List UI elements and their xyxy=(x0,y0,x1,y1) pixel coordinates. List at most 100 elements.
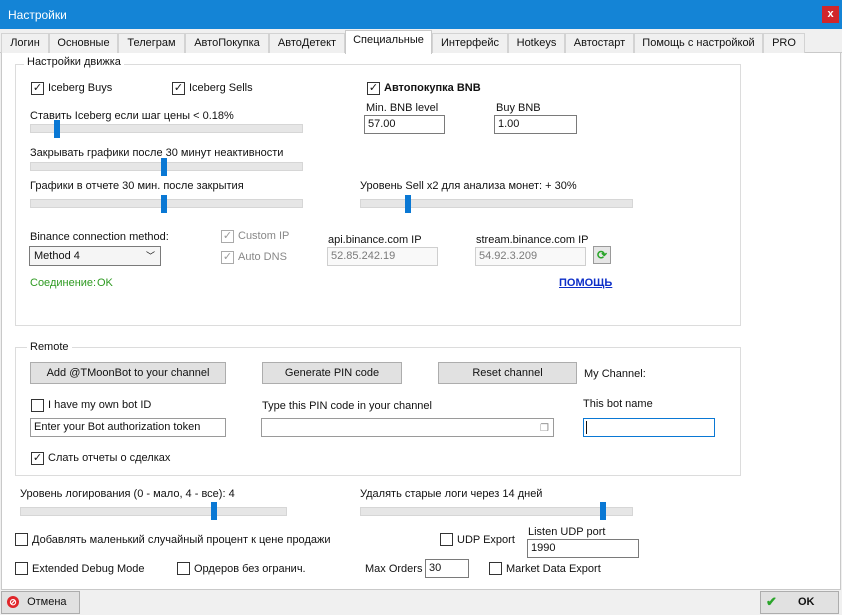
buy-bnb-input[interactable]: 1.00 xyxy=(494,115,577,134)
check-icon: ✔ xyxy=(766,594,777,610)
tab-label: Hotkeys xyxy=(516,37,557,49)
generate-pin-button[interactable]: Generate PIN code xyxy=(262,362,402,384)
tab-pro[interactable]: PRO xyxy=(763,33,805,53)
bot-name-input[interactable] xyxy=(583,418,715,437)
tab-interface[interactable]: Интерфейс xyxy=(432,33,508,53)
my-channel-label: My Channel: xyxy=(584,368,646,380)
paste-icon[interactable]: ❐ xyxy=(540,420,549,436)
own-bot-label: I have my own bot ID xyxy=(48,399,152,411)
remote-legend: Remote xyxy=(27,341,72,353)
random-percent-checkbox[interactable] xyxy=(15,533,28,546)
bot-name-label: This bot name xyxy=(583,398,653,410)
tab-label: Логин xyxy=(10,37,40,49)
old-logs-slider[interactable] xyxy=(360,507,633,516)
logging-level-slider-thumb[interactable] xyxy=(210,502,217,520)
tab-strip: Логин Основные Телеграм АвтоПокупка Авто… xyxy=(0,29,842,54)
min-bnb-input[interactable]: 57.00 xyxy=(364,115,445,134)
tab-label: Специальные xyxy=(353,34,424,46)
tab-telegram[interactable]: Телеграм xyxy=(118,33,185,53)
tab-label: АвтоПокупка xyxy=(194,37,260,49)
udp-export-label: UDP Export xyxy=(457,534,515,546)
ok-button[interactable]: ✔ OK xyxy=(760,591,839,614)
connection-status-label: Соединение: xyxy=(30,277,97,289)
market-data-export-checkbox[interactable] xyxy=(489,562,502,575)
auto-bnb-checkbox[interactable]: ✓ xyxy=(367,82,380,95)
sell-x2-slider-thumb[interactable] xyxy=(405,195,412,213)
orders-unlimited-label: Ордеров без огранич. xyxy=(194,563,306,575)
pin-code-input[interactable]: ❐ xyxy=(261,418,554,437)
stream-ip-label: stream.binance.com IP xyxy=(476,234,589,246)
tab-label: Основные xyxy=(57,37,110,49)
old-logs-label: Удалять старые логи через 14 дней xyxy=(360,488,543,500)
own-bot-checkbox[interactable] xyxy=(31,399,44,412)
close-charts-label: Закрывать графики после 30 минут неактив… xyxy=(30,147,284,159)
tab-label: Телеграм xyxy=(127,37,176,49)
send-reports-checkbox[interactable]: ✓ xyxy=(31,452,44,465)
udp-export-checkbox[interactable] xyxy=(440,533,453,546)
tab-hotkeys[interactable]: Hotkeys xyxy=(508,33,565,53)
close-charts-slider-thumb[interactable] xyxy=(160,158,167,176)
title-bar: Настройки x xyxy=(0,0,842,29)
iceberg-buys-label: Iceberg Buys xyxy=(48,82,113,94)
old-logs-slider-thumb[interactable] xyxy=(600,502,607,520)
connection-method-value: Method 4 xyxy=(34,250,80,262)
custom-ip-label: Custom IP xyxy=(238,230,290,242)
cancel-button[interactable]: ⊘ Отмена xyxy=(1,591,80,614)
orders-unlimited-checkbox[interactable] xyxy=(177,562,190,575)
tab-special[interactable]: Специальные xyxy=(345,30,432,54)
listen-udp-input[interactable]: 1990 xyxy=(527,539,639,558)
refresh-icon[interactable]: ⟳ xyxy=(593,246,611,264)
logging-level-label: Уровень логирования (0 - мало, 4 - все):… xyxy=(20,488,235,500)
footer-bar xyxy=(0,590,842,615)
buy-bnb-label: Buy BNB xyxy=(496,102,541,114)
close-icon: x xyxy=(827,8,834,20)
ok-label: OK xyxy=(797,596,815,609)
help-link[interactable]: ПОМОЩЬ xyxy=(559,277,612,289)
cancel-icon: ⊘ xyxy=(7,596,19,609)
api-ip-label: api.binance.com IP xyxy=(328,234,422,246)
auto-dns-label: Auto DNS xyxy=(238,251,287,263)
tab-label: Автостарт xyxy=(573,37,626,49)
reset-channel-button[interactable]: Reset channel xyxy=(438,362,577,384)
stream-ip-input[interactable]: 54.92.3.209 xyxy=(475,247,586,266)
iceberg-buys-checkbox[interactable]: ✓ xyxy=(31,82,44,95)
extended-debug-checkbox[interactable] xyxy=(15,562,28,575)
report-charts-slider-thumb[interactable] xyxy=(160,195,167,213)
custom-ip-checkbox[interactable]: ✓ xyxy=(221,230,234,243)
sell-x2-slider[interactable] xyxy=(360,199,633,208)
bot-token-input[interactable]: Enter your Bot authorization token xyxy=(30,418,226,437)
cancel-label: Отмена xyxy=(27,596,67,609)
extended-debug-label: Extended Debug Mode xyxy=(32,563,145,575)
tab-login[interactable]: Логин xyxy=(1,33,49,53)
window-title: Настройки xyxy=(8,8,67,22)
tab-autostart[interactable]: Автостарт xyxy=(565,33,634,53)
min-bnb-label: Min. BNB level xyxy=(366,102,439,114)
close-button[interactable]: x xyxy=(822,6,839,23)
auto-dns-checkbox[interactable]: ✓ xyxy=(221,251,234,264)
add-bot-button[interactable]: Add @TMoonBot to your channel xyxy=(30,362,226,384)
iceberg-step-label: Ставить Iceberg если шаг цены < 0.18% xyxy=(30,110,234,122)
tab-label: Интерфейс xyxy=(441,37,499,49)
text-cursor xyxy=(586,421,587,434)
connection-method-select[interactable]: Method 4 ﹀ xyxy=(29,246,161,266)
logging-level-slider[interactable] xyxy=(20,507,287,516)
api-ip-input[interactable]: 52.85.242.19 xyxy=(327,247,438,266)
connection-method-label: Binance connection method: xyxy=(30,231,169,243)
tab-label: Помощь с настройкой xyxy=(642,37,755,49)
tab-autobuy[interactable]: АвтоПокупка xyxy=(185,33,269,53)
iceberg-step-slider[interactable] xyxy=(30,124,303,133)
sell-x2-label: Уровень Sell x2 для анализа монет: + 30% xyxy=(360,180,577,192)
tab-setup-help[interactable]: Помощь с настройкой xyxy=(634,33,763,53)
send-reports-label: Слать отчеты о сделках xyxy=(48,452,171,464)
auto-bnb-label: Автопокупка BNB xyxy=(384,82,481,94)
max-orders-label: Max Orders xyxy=(365,563,423,575)
max-orders-input[interactable]: 30 xyxy=(425,559,469,578)
iceberg-sells-checkbox[interactable]: ✓ xyxy=(172,82,185,95)
iceberg-sells-label: Iceberg Sells xyxy=(189,82,253,94)
iceberg-step-slider-thumb[interactable] xyxy=(54,120,61,138)
tab-main[interactable]: Основные xyxy=(49,33,118,53)
market-data-export-label: Market Data Export xyxy=(506,563,601,575)
pin-label: Type this PIN code in your channel xyxy=(262,400,432,412)
tab-autodetect[interactable]: АвтоДетект xyxy=(269,33,345,53)
tab-label: PRO xyxy=(772,37,796,49)
